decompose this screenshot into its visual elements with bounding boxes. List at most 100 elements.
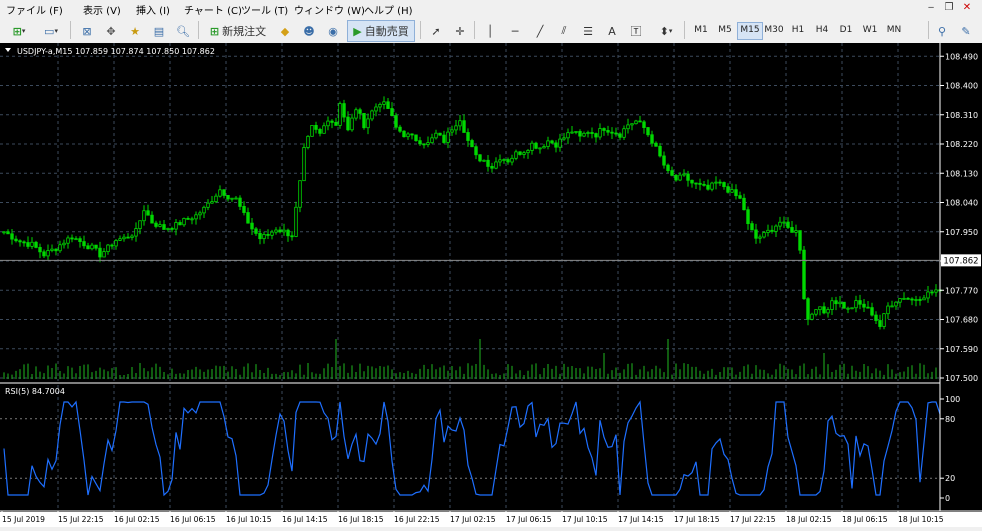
restore-icon[interactable]: ❐ xyxy=(942,1,956,15)
candle-body xyxy=(298,180,302,208)
fibonacci-icon[interactable]: ☰ xyxy=(578,20,598,42)
chart-window[interactable]: 108.490 108.400 108.310 108.220 108.130 108.0… xyxy=(0,43,982,527)
candle-body xyxy=(590,132,594,134)
candle-body xyxy=(622,128,626,138)
candle-body xyxy=(774,225,778,232)
strategy-tester-icon[interactable]: 🔍︎ xyxy=(172,20,194,42)
candle-body xyxy=(510,157,514,163)
signals-icon[interactable]: ☻ xyxy=(298,20,320,42)
timeframe-w1[interactable]: W1 xyxy=(858,22,882,38)
candle-body xyxy=(6,231,10,235)
price-tick-label: 108.310 xyxy=(945,111,978,120)
close-icon[interactable]: ✕ xyxy=(960,1,974,15)
candle-body xyxy=(262,234,266,240)
expert-editor-icon[interactable]: ◆ xyxy=(274,20,296,42)
price-tick-label: 107.680 xyxy=(945,316,978,325)
time-tick-label: 17 Jul 02:15 xyxy=(450,515,496,524)
equidistant-channel-icon[interactable]: ⫽ xyxy=(554,20,574,42)
candle-body xyxy=(342,103,346,118)
profiles-icon[interactable]: ▭ ▾ xyxy=(36,20,66,42)
timeframe-m5[interactable]: M5 xyxy=(713,22,737,38)
candle-body xyxy=(210,201,214,204)
candle-body xyxy=(278,229,282,233)
candle-body xyxy=(934,289,938,293)
timeframe-m30[interactable]: M30 xyxy=(762,22,786,38)
candle-body xyxy=(902,297,906,300)
candle-body xyxy=(394,115,398,128)
cursor-icon[interactable]: ➚ xyxy=(426,20,446,42)
candle-body xyxy=(114,239,118,247)
candle-body xyxy=(854,300,858,309)
candle-body xyxy=(538,147,542,150)
menu-help[interactable]: ヘルプ (H) xyxy=(364,2,413,17)
candle-body xyxy=(130,235,134,238)
candle-body xyxy=(418,140,422,145)
candle-body xyxy=(566,132,570,139)
vertical-line-icon[interactable]: │ xyxy=(480,20,500,42)
rsi-tick-label: 100 xyxy=(945,395,960,404)
candle-body xyxy=(430,137,434,144)
candle-body xyxy=(850,307,854,310)
candle-body xyxy=(690,179,694,184)
timeframe-h4[interactable]: H4 xyxy=(810,22,834,38)
minimize-icon[interactable]: ‒ xyxy=(924,1,938,15)
text-tool-icon[interactable]: A xyxy=(602,20,622,42)
menu-tools[interactable]: ツール (T) xyxy=(241,2,288,17)
terminal-icon[interactable]: ▤ xyxy=(148,20,170,42)
candle-body xyxy=(814,309,818,315)
candle-body xyxy=(294,206,298,237)
new-order-button[interactable]: ⊞ 新規注文 xyxy=(204,20,272,42)
candle-body xyxy=(474,146,478,156)
auto-trading-button[interactable]: ▶ 自動売買 xyxy=(347,20,415,42)
menu-window[interactable]: ウィンドウ (W) xyxy=(294,2,365,17)
market-watch-icon[interactable]: ⊠ xyxy=(76,20,98,42)
time-tick-label: 17 Jul 10:15 xyxy=(562,515,608,524)
candle-body xyxy=(562,137,566,140)
menu-insert[interactable]: 挿入 (I) xyxy=(136,2,170,17)
chart-background xyxy=(0,43,982,527)
navigator-icon[interactable]: ★ xyxy=(124,20,146,42)
candle-body xyxy=(686,173,690,181)
community-icon[interactable]: ◉ xyxy=(322,20,344,42)
candle-body xyxy=(818,306,822,311)
new-chart-icon[interactable]: ⊞ ▾ xyxy=(4,20,34,42)
text-label-icon[interactable]: 🅃 xyxy=(626,20,646,42)
time-tick-label: 18 Jul 06:15 xyxy=(842,515,888,524)
candle-body xyxy=(886,305,890,315)
candle-body xyxy=(554,142,558,148)
candle-body xyxy=(398,126,402,132)
candle-body xyxy=(390,108,394,116)
timeframe-d1[interactable]: D1 xyxy=(834,22,858,38)
search-icon[interactable]: ⚲ xyxy=(932,20,952,42)
timeframe-m1[interactable]: M1 xyxy=(689,22,713,38)
candle-body xyxy=(478,154,482,162)
timeframe-mn[interactable]: MN xyxy=(882,22,906,38)
data-window-icon[interactable]: ✥ xyxy=(100,20,122,42)
candle-body xyxy=(234,197,238,200)
trendline-icon[interactable]: ╱ xyxy=(530,20,550,42)
candle-body xyxy=(826,309,830,314)
candle-body xyxy=(414,134,418,142)
menu-chart[interactable]: チャート (C) xyxy=(184,2,242,17)
menu-view[interactable]: 表示 (V) xyxy=(83,2,121,17)
candle-body xyxy=(450,129,454,133)
candle-body xyxy=(694,182,698,185)
candle-body xyxy=(310,125,314,137)
candle-body xyxy=(458,120,462,127)
timeframe-m15[interactable]: M15 xyxy=(737,22,763,40)
candle-body xyxy=(366,118,370,129)
menu-file[interactable]: ファイル (F) xyxy=(6,2,63,17)
candle-body xyxy=(718,181,722,184)
arrows-icon[interactable]: ⬍ ▾ xyxy=(652,20,680,42)
candle-body xyxy=(782,221,786,224)
crosshair-icon[interactable]: ✛ xyxy=(450,20,470,42)
chat-icon[interactable]: ✎ xyxy=(956,20,976,42)
candle-body xyxy=(286,229,290,237)
candle-body xyxy=(102,251,106,258)
timeframe-h1[interactable]: H1 xyxy=(786,22,810,38)
horizontal-line-icon[interactable]: ─ xyxy=(505,20,525,42)
candle-body xyxy=(870,307,874,316)
candle-body xyxy=(534,142,538,149)
candle-body xyxy=(482,159,486,162)
candle-body xyxy=(702,183,706,186)
